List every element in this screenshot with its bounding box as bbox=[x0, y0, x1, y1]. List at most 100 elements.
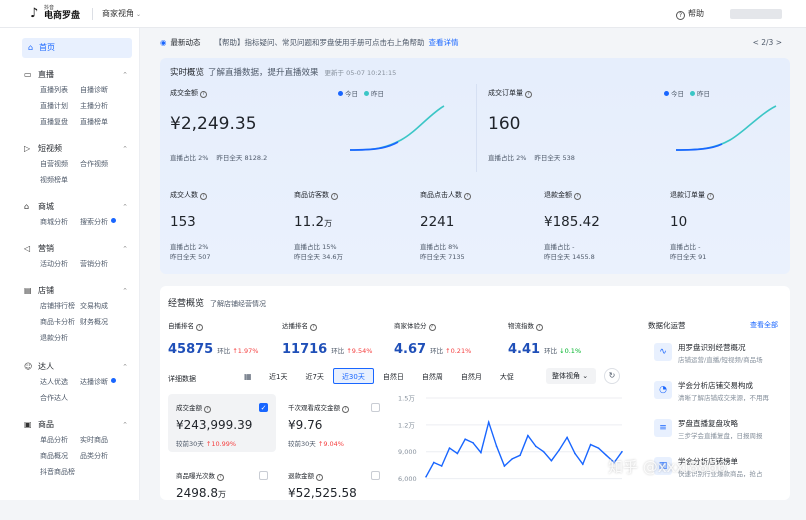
metric-card-gpm[interactable]: 千次观看成交金额? ¥9.76 较前30天 ↑9.04% bbox=[280, 394, 388, 452]
sidebar-item[interactable]: 达播诊断 bbox=[80, 374, 140, 390]
checkbox-checked[interactable]: ✓ bbox=[259, 403, 268, 412]
user-name-blurred[interactable] bbox=[730, 9, 782, 19]
sidebar-group-header[interactable]: ◁ 营销 ⌃ bbox=[24, 242, 128, 256]
sidebar-group-header[interactable]: ☺ 达人 ⌃ bbox=[24, 360, 128, 374]
range-tab[interactable]: 大促 bbox=[491, 368, 523, 384]
range-tab[interactable]: 自然月 bbox=[452, 368, 491, 384]
today-line bbox=[349, 141, 399, 151]
view-switch-dropdown[interactable]: 商家视角 ⌄ bbox=[102, 8, 141, 19]
panel-title: 经营概览 了解店铺经营情况 bbox=[168, 296, 266, 309]
calendar-icon[interactable]: ▦ bbox=[244, 372, 252, 381]
sidebar-item[interactable]: 自营视频 bbox=[40, 156, 80, 172]
checkbox[interactable] bbox=[259, 471, 268, 480]
sidebar-group-header[interactable]: ⌂ 商城 ⌃ bbox=[24, 200, 128, 214]
sidebar-item[interactable]: 交易构成 bbox=[80, 298, 140, 314]
guide-item[interactable]: ∿ 用罗盘识别经营概况 店铺运营/直播/短视频/商品场 bbox=[654, 340, 784, 372]
range-tab[interactable]: 自然日 bbox=[374, 368, 413, 384]
sidebar-group-header[interactable]: ▷ 短视频 ⌃ bbox=[24, 142, 128, 156]
info-icon[interactable]: ? bbox=[428, 324, 436, 331]
info-icon[interactable]: ? bbox=[536, 324, 543, 331]
info-icon[interactable]: ? bbox=[525, 91, 532, 98]
label: 商品访客数 bbox=[294, 191, 329, 199]
sidebar-item[interactable]: 财务概况 bbox=[80, 314, 140, 330]
info-icon[interactable]: ? bbox=[196, 324, 203, 331]
sidebar-item[interactable]: 商品概况 bbox=[40, 448, 80, 464]
info-icon[interactable]: ? bbox=[574, 193, 581, 200]
info-icon[interactable]: ? bbox=[316, 474, 323, 481]
sidebar-item[interactable]: 合作视频 bbox=[80, 156, 140, 172]
checkbox[interactable] bbox=[371, 471, 380, 480]
sidebar-item[interactable]: 抖音商品榜 bbox=[40, 464, 80, 480]
sidebar-group-header[interactable]: ▣ 商品 ⌃ bbox=[24, 418, 128, 432]
sidebar-item[interactable]: 直播榜单 bbox=[80, 114, 140, 130]
sidebar-group-mall: ⌂ 商城 ⌃ 商城分析 搜索分析 bbox=[24, 200, 128, 230]
sidebar-item[interactable]: 直播列表 bbox=[40, 82, 80, 98]
info-icon[interactable]: ? bbox=[217, 474, 224, 481]
kpi-line: 11716 环比 ↑9.54% bbox=[282, 338, 392, 357]
view-all-link[interactable]: 查看全部 bbox=[750, 320, 778, 330]
info-icon[interactable]: ? bbox=[331, 193, 338, 200]
sidebar-item[interactable]: 实时商品 bbox=[80, 432, 140, 448]
info-icon[interactable]: ? bbox=[310, 324, 317, 331]
range-tab[interactable]: 自然周 bbox=[413, 368, 452, 384]
sidebar-item[interactable]: 搜索分析 bbox=[80, 214, 140, 230]
sidebar-item[interactable]: 合作达人 bbox=[40, 390, 80, 406]
guide-item[interactable]: ≡ 罗盘直播复盘攻略 三步学会直播复盘，日报周报 bbox=[654, 416, 784, 448]
trend-point bbox=[433, 461, 435, 464]
trend-point bbox=[448, 447, 451, 449]
small-metric[interactable]: 退款金额? ¥185.42 直播占比 - 昨日全天 1455.8 bbox=[544, 190, 664, 262]
info-icon[interactable]: ? bbox=[464, 193, 471, 200]
app-logo[interactable]: ♪ 抖音 电商罗盘 bbox=[30, 5, 80, 23]
sidebar-item[interactable]: 品类分析 bbox=[80, 448, 140, 464]
foot: 直播占比 8% 昨日全天 7135 bbox=[420, 242, 540, 262]
notice-details-link[interactable]: 查看详情 bbox=[429, 38, 459, 47]
view-select[interactable]: 整体视角 ⌄ bbox=[546, 368, 596, 384]
small-metric[interactable]: 商品访客数? 11.2万 直播占比 15% 昨日全天 34.6万 bbox=[294, 190, 414, 262]
sidebar-item[interactable]: 直播复盘 bbox=[40, 114, 80, 130]
sidebar-item[interactable]: 营销分析 bbox=[80, 256, 140, 272]
info-icon[interactable]: ? bbox=[200, 193, 207, 200]
sidebar-item[interactable]: 退款分析 bbox=[40, 330, 80, 346]
sidebar-item-home[interactable]: ⌂ 首页 bbox=[22, 38, 132, 58]
small-metric[interactable]: 退款订单量? 10 直播占比 - 昨日全天 91 bbox=[670, 190, 790, 262]
kpi-logistics-index[interactable]: 物流指数? 4.41 环比 ↓0.1% bbox=[508, 320, 618, 357]
sidebar-item[interactable]: 自播诊断 bbox=[80, 82, 140, 98]
video-icon: ▷ bbox=[24, 144, 31, 153]
range-tab[interactable]: 近7天 bbox=[296, 368, 332, 384]
refresh-icon[interactable]: ↻ bbox=[604, 368, 620, 384]
value-number: ¥185.42 bbox=[544, 214, 600, 230]
sidebar-item[interactable]: 店铺排行榜 bbox=[40, 298, 80, 314]
range-tab[interactable]: 近1天 bbox=[260, 368, 296, 384]
info-icon[interactable]: ? bbox=[707, 193, 714, 200]
y-tick-label: 9,000 bbox=[398, 448, 417, 456]
help-button[interactable]: ? 帮助 bbox=[676, 8, 704, 20]
kpi-creator-live-rank[interactable]: 达播排名? 11716 环比 ↑9.54% bbox=[282, 320, 392, 357]
small-metric[interactable]: 商品点击人数? 2241 直播占比 8% 昨日全天 7135 bbox=[420, 190, 540, 262]
guide-item[interactable]: ◔ 学会分析店铺交易构成 清晰了解店铺成交来源，不用再 bbox=[654, 378, 784, 410]
trend-point bbox=[464, 438, 466, 440]
card-value: ¥52,525.58 bbox=[288, 486, 380, 500]
info-icon[interactable]: ? bbox=[200, 91, 207, 98]
info-icon[interactable]: ? bbox=[342, 406, 349, 413]
notice-pager[interactable]: < 2/3 > bbox=[753, 34, 782, 52]
kpi-self-live-rank[interactable]: 自播排名? 45875 环比 ↑1.97% bbox=[168, 320, 278, 357]
metric-card-gmv[interactable]: 成交金额? ¥243,999.39 较前30天 ↑10.99% ✓ bbox=[168, 394, 276, 452]
checkbox[interactable] bbox=[371, 403, 380, 412]
sidebar-group-header[interactable]: ▭ 直播 ⌃ bbox=[24, 68, 128, 82]
sidebar-item[interactable]: 单品分析 bbox=[40, 432, 80, 448]
small-metric[interactable]: 成交人数? 153 直播占比 2% 昨日全天 507 bbox=[170, 190, 290, 262]
sidebar-item[interactable]: 商品卡分析 bbox=[40, 314, 80, 330]
kpi-experience-score[interactable]: 商家体验分? 4.67 环比 ↑0.21% bbox=[394, 320, 504, 357]
info-icon[interactable]: ? bbox=[204, 406, 211, 413]
sidebar-item[interactable]: 主播分析 bbox=[80, 98, 140, 114]
metric-card-refund[interactable]: 退款金额? ¥52,525.58 bbox=[280, 462, 388, 520]
trend-point bbox=[511, 458, 514, 460]
sidebar-item[interactable]: 活动分析 bbox=[40, 256, 80, 272]
metric-card-impressions[interactable]: 商品曝光次数? 2498.8万 bbox=[168, 462, 276, 520]
sidebar-item[interactable]: 商城分析 bbox=[40, 214, 80, 230]
sidebar-item[interactable]: 达人优选 bbox=[40, 374, 80, 390]
sidebar-item[interactable]: 直播计划 bbox=[40, 98, 80, 114]
range-tab-active[interactable]: 近30天 bbox=[332, 368, 374, 384]
sidebar-group-header[interactable]: ▤ 店铺 ⌃ bbox=[24, 284, 128, 298]
sidebar-item[interactable]: 视频榜单 bbox=[40, 172, 80, 188]
